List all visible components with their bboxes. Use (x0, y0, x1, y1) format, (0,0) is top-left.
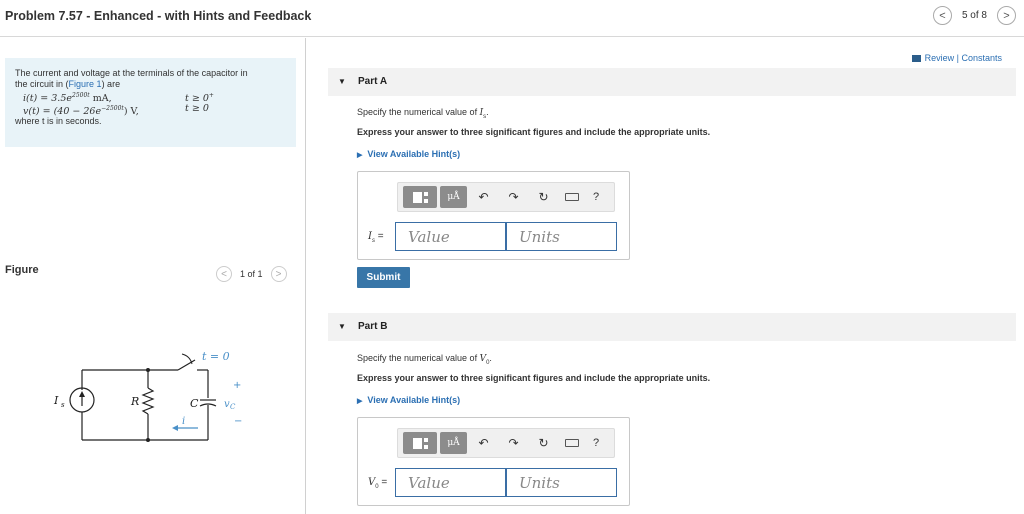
figure-pager-text: 1 of 1 (240, 269, 263, 279)
junction-dot-bottom (146, 438, 150, 442)
redo-icon[interactable]: ↷ (500, 436, 527, 450)
collapse-arrow-icon: ▼ (338, 322, 346, 331)
right-pane: Review | Constants ▼ Part A Specify the … (306, 38, 1024, 514)
part-b-value-input[interactable]: Value (395, 468, 506, 497)
part-a-header[interactable]: ▼ Part A (328, 68, 1016, 96)
part-b-units-input[interactable]: Units (506, 468, 617, 497)
figure-pager: < 1 of 1 > (216, 266, 287, 282)
switch-label: t = 0 (202, 350, 230, 363)
undo-icon[interactable]: ↶ (470, 190, 497, 204)
figure-label: Figure (5, 264, 39, 276)
capacitor-label: C (190, 397, 199, 410)
part-b-spec-prefix: Specify the numerical value of (357, 353, 480, 363)
problem-pager-text: 5 of 8 (961, 10, 987, 21)
help-icon[interactable]: ? (593, 437, 599, 449)
intro-suffix: ) are (101, 79, 121, 89)
junction-dot-top (146, 368, 150, 372)
prev-problem-button[interactable]: < (932, 6, 952, 25)
review-label: Review | Constants (924, 53, 1002, 63)
current-equation: i(t) = 3.5e2500t mA, t ≥ 0+ (15, 90, 286, 104)
part-b-hint-link[interactable]: ▶ View Available Hint(s) (357, 395, 460, 405)
eq2-unit: ) V, (123, 106, 139, 118)
part-b-hint-label: View Available Hint(s) (367, 395, 461, 405)
part-a-spec-prefix: Specify the numerical value of (357, 107, 480, 117)
review-constants-link[interactable]: Review | Constants (911, 53, 1002, 63)
where-text: where t is in seconds. (15, 116, 102, 126)
units-icon[interactable]: μÅ (440, 186, 467, 208)
page-title: Problem 7.57 - Enhanced - with Hints and… (5, 9, 312, 23)
resistor-zigzag (141, 387, 155, 415)
part-b-instruction: Express your answer to three significant… (357, 373, 711, 383)
part-a-toolbar: μÅ ↶ ↷ ↻ ? (397, 182, 615, 212)
next-problem-button[interactable]: > (997, 6, 1016, 25)
intro-prefix: the circuit in ( (15, 79, 69, 89)
part-b-spec-suffix: . (489, 353, 492, 363)
part-b-header[interactable]: ▼ Part B (328, 313, 1016, 341)
current-label: i (182, 416, 185, 427)
part-a-instruction: Express your answer to three significant… (357, 127, 711, 137)
circuit-diagram: t = 0 I s R C v C + − i (53, 350, 242, 442)
part-a-answer-label: Is = (368, 231, 384, 244)
resistor-label: R (130, 395, 139, 408)
eq2-exponent: −2500t (101, 105, 124, 112)
review-icon (911, 54, 921, 62)
eq1-exponent: 2500t (72, 92, 90, 99)
hint-triangle-icon: ▶ (357, 152, 363, 159)
eq1-condition-sup: + (208, 92, 214, 99)
problem-intro-line2: the circuit in (Figure 1) are (15, 79, 286, 90)
templates-icon[interactable] (403, 432, 437, 454)
source-label-sub: s (61, 401, 65, 409)
keyboard-icon[interactable] (565, 439, 579, 447)
hint-triangle-icon: ▶ (357, 398, 363, 405)
part-b-spec: Specify the numerical value of V0. (357, 353, 492, 366)
part-a-units-input[interactable]: Units (506, 222, 617, 251)
prev-figure-button[interactable]: < (216, 266, 232, 282)
part-b-answer-box: μÅ ↶ ↷ ↻ ? V0 = Value Units (357, 417, 630, 506)
part-a-hint-label: View Available Hint(s) (367, 149, 461, 159)
voltage-equation: v(t) = (40 − 26e−2500t) V, t ≥ 0 (15, 103, 286, 118)
part-a-submit-button[interactable]: Submit (357, 267, 410, 288)
undo-icon[interactable]: ↶ (470, 436, 497, 450)
part-a-spec-suffix: . (486, 107, 489, 117)
voltage-label-sub: C (230, 403, 236, 411)
redo-icon[interactable]: ↷ (500, 190, 527, 204)
figure-link[interactable]: Figure 1 (69, 79, 102, 89)
source-label: I (53, 394, 59, 407)
collapse-arrow-icon: ▼ (338, 77, 346, 86)
templates-icon[interactable] (403, 186, 437, 208)
part-a-label: Part A (358, 76, 388, 87)
reset-icon[interactable]: ↻ (530, 436, 557, 450)
reset-icon[interactable]: ↻ (530, 190, 557, 204)
eq2-condition: t ≥ 0 (185, 103, 209, 114)
eq2-lhs: v(t) = (40 − 26e (23, 106, 102, 118)
part-b-answer-label: V0 = (368, 477, 387, 490)
part-b-label: Part B (358, 321, 388, 332)
switch-blade (177, 359, 196, 371)
keyboard-icon[interactable] (565, 193, 579, 201)
part-a-value-input[interactable]: Value (395, 222, 506, 251)
problem-intro-line1: The current and voltage at the terminals… (15, 68, 248, 78)
current-arrow-head (172, 425, 178, 431)
part-b-toolbar: μÅ ↶ ↷ ↻ ? (397, 428, 615, 458)
help-icon[interactable]: ? (593, 191, 599, 203)
problem-pager: < 5 of 8 > (932, 6, 1016, 25)
part-a-spec: Specify the numerical value of Is. (357, 107, 489, 120)
units-icon[interactable]: μÅ (440, 432, 467, 454)
top-bar: Problem 7.57 - Enhanced - with Hints and… (0, 0, 1024, 37)
plus-sign: + (233, 380, 241, 391)
problem-statement: The current and voltage at the terminals… (5, 58, 296, 147)
next-figure-button[interactable]: > (270, 266, 287, 282)
minus-sign: − (234, 416, 242, 427)
part-a-answer-box: μÅ ↶ ↷ ↻ ? Is = Value Units (357, 171, 630, 260)
part-a-hint-link[interactable]: ▶ View Available Hint(s) (357, 149, 460, 159)
part-a-answer-eq: = (374, 231, 384, 242)
source-arrow-head (79, 391, 85, 397)
part-b-answer-eq: = (378, 477, 388, 488)
left-pane: The current and voltage at the terminals… (0, 38, 305, 514)
